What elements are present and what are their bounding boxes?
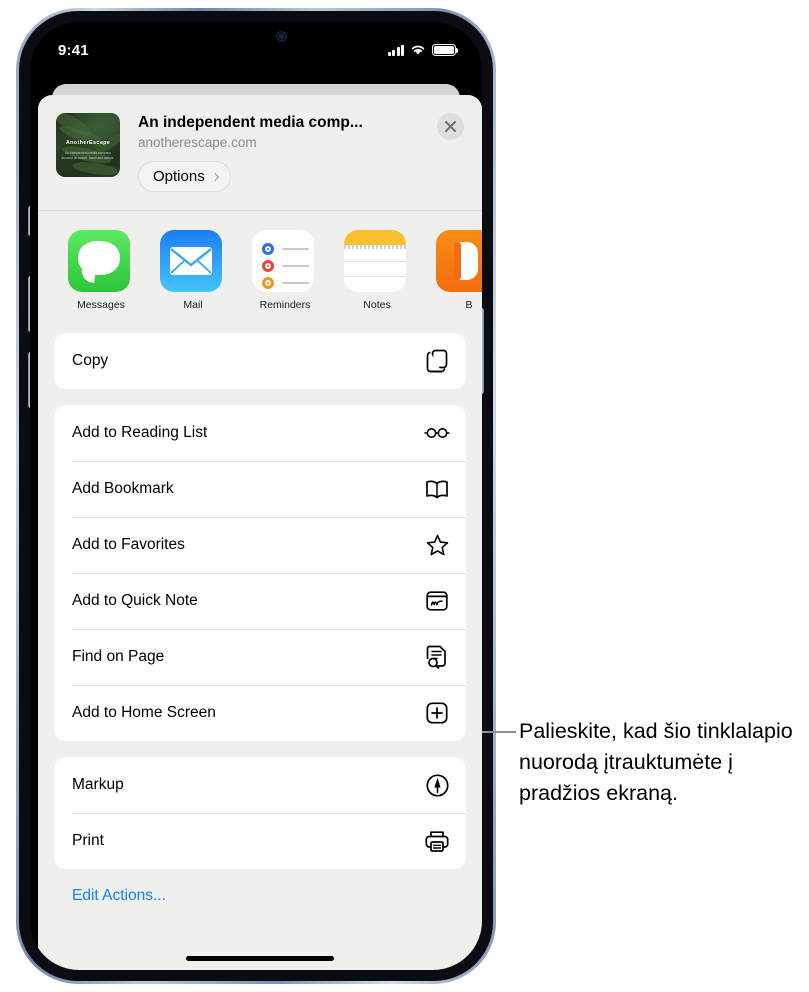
share-sheet-header: AnotherEscape An independent media compa… — [38, 95, 482, 192]
close-button[interactable] — [437, 113, 464, 140]
battery-full-icon — [432, 44, 459, 56]
quick-note-icon — [424, 588, 450, 614]
action-row-add-to-quick-note[interactable]: Add to Quick Note — [54, 573, 466, 629]
action-group-2: Add to Reading List Add Bookmark Add to … — [54, 405, 466, 741]
share-app-label: Notes — [363, 299, 391, 311]
thumbnail-caption: An independent media company focused on … — [61, 151, 115, 160]
status-bar-indicators — [387, 44, 459, 56]
markup-pen-icon — [424, 772, 450, 798]
share-app-mail[interactable]: Mail — [160, 230, 226, 311]
action-row-label: Add to Quick Note — [72, 592, 198, 609]
share-app-messages[interactable]: Messages — [68, 230, 134, 311]
action-row-label: Add to Reading List — [72, 424, 208, 441]
action-row-label: Add to Home Screen — [72, 704, 216, 721]
app-share-row: Messages Mail Reminders Notes B — [38, 211, 482, 311]
screenshot-root: Palieskite, kad šio tinklalapio nuorodą … — [0, 0, 809, 992]
front-camera — [276, 31, 287, 42]
mail-app-icon — [160, 230, 222, 292]
action-row-find-on-page[interactable]: Find on Page — [54, 629, 466, 685]
action-row-label: Markup — [72, 776, 124, 793]
book-open-icon — [424, 476, 450, 502]
header-text-block: An independent media comp... anotheresca… — [138, 113, 468, 192]
printer-icon — [424, 828, 450, 854]
status-bar-time: 9:41 — [58, 41, 89, 59]
share-sheet: AnotherEscape An independent media compa… — [38, 95, 482, 970]
star-icon — [424, 532, 450, 558]
action-row-add-to-reading-list[interactable]: Add to Reading List — [54, 405, 466, 461]
action-row-label: Add to Favorites — [72, 536, 185, 553]
home-indicator[interactable] — [186, 956, 334, 961]
action-row-add-to-home-screen[interactable]: Add to Home Screen — [54, 685, 466, 741]
action-row-print[interactable]: Print — [54, 813, 466, 869]
copy-icon — [424, 348, 450, 374]
action-row-label: Add Bookmark — [72, 480, 174, 497]
cellular-bars-icon — [387, 44, 404, 56]
options-button-label: Options — [153, 168, 205, 185]
wifi-icon — [411, 45, 425, 55]
share-app-books[interactable]: B — [436, 230, 482, 311]
action-group-1: Copy — [54, 333, 466, 389]
action-row-add-to-favorites[interactable]: Add to Favorites — [54, 517, 466, 573]
plus-square-icon — [424, 700, 450, 726]
notch — [172, 22, 340, 53]
action-row-markup[interactable]: Markup — [54, 757, 466, 813]
action-row-copy[interactable]: Copy — [54, 333, 466, 389]
share-app-label: Mail — [183, 299, 203, 311]
page-title: An independent media comp... — [138, 114, 363, 131]
action-row-label: Find on Page — [72, 648, 165, 665]
page-url: anotherescape.com — [138, 135, 257, 150]
glasses-icon — [424, 420, 450, 446]
thumbnail-title: AnotherEscape — [65, 140, 111, 146]
share-app-label: B — [465, 299, 473, 311]
options-button[interactable]: Options — [138, 161, 231, 192]
find-on-page-icon — [424, 644, 450, 670]
share-app-label: Reminders — [259, 299, 311, 311]
notes-app-icon — [344, 230, 406, 292]
action-groups: Copy Add to Reading List Add Bookmark Ad… — [38, 311, 482, 905]
phone-bezel: 9:41 AnotherEscape An independent media … — [19, 11, 493, 981]
action-row-add-bookmark[interactable]: Add Bookmark — [54, 461, 466, 517]
edit-actions-button[interactable]: Edit Actions... — [54, 885, 466, 905]
phone-screen: 9:41 AnotherEscape An independent media … — [30, 22, 482, 970]
close-icon — [445, 121, 456, 132]
share-app-reminders[interactable]: Reminders — [252, 230, 318, 311]
phone-frame: 9:41 AnotherEscape An independent media … — [16, 8, 496, 984]
books-app-icon — [436, 230, 482, 292]
messages-app-icon — [68, 230, 130, 292]
share-app-label: Messages — [77, 299, 125, 311]
share-app-notes[interactable]: Notes — [344, 230, 410, 311]
chevron-right-icon — [210, 172, 219, 181]
action-group-3: Markup Print — [54, 757, 466, 869]
action-row-label: Print — [72, 832, 104, 849]
page-thumbnail-fern-image: AnotherEscape An independent media compa… — [56, 113, 120, 177]
callout-text: Palieskite, kad šio tinklalapio nuorodą … — [519, 719, 793, 805]
reminders-app-icon — [252, 230, 314, 292]
action-row-label: Copy — [72, 352, 109, 369]
